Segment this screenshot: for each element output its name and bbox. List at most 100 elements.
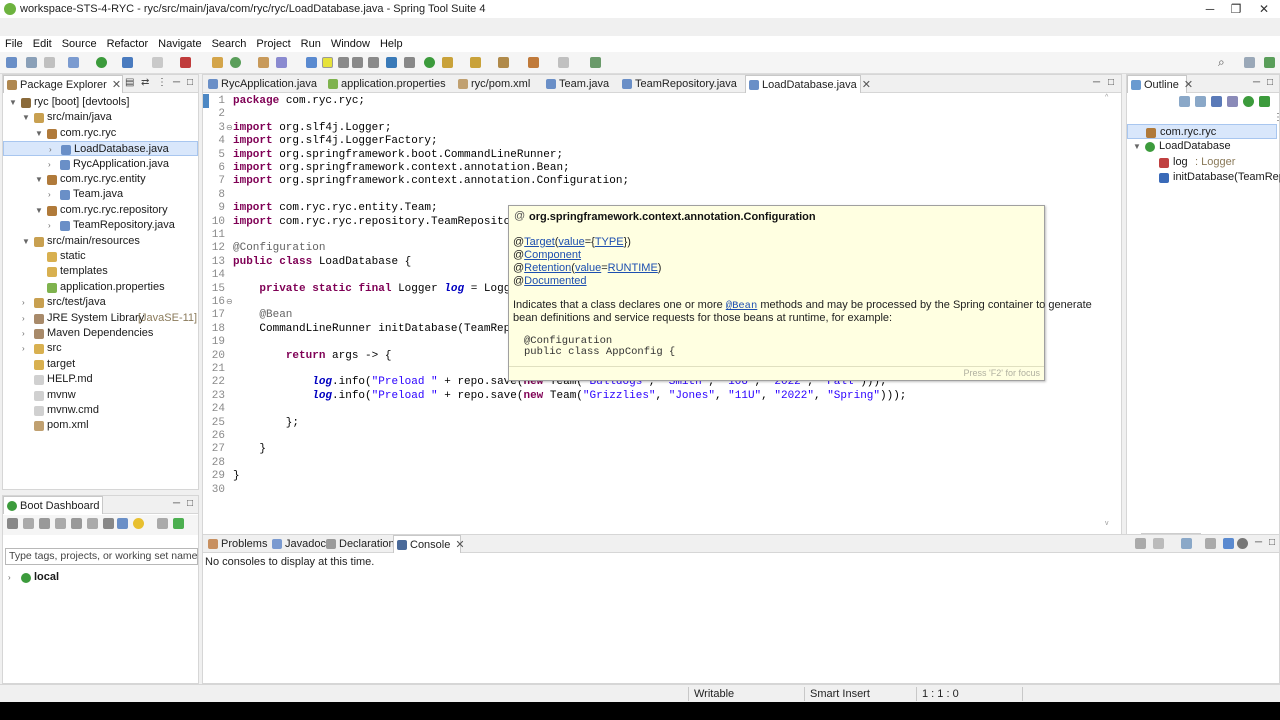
menu-help[interactable]: Help (375, 38, 408, 50)
tab-team-java[interactable]: Team.java (543, 75, 609, 93)
menu-refactor[interactable]: Refactor (102, 38, 154, 50)
tree-item[interactable]: pom.xml (3, 418, 198, 433)
link-component[interactable]: Component (524, 249, 581, 261)
tab-team-repository[interactable]: TeamRepository.java (619, 75, 737, 93)
outline-item[interactable]: ▼ LoadDatabase (1127, 139, 1277, 154)
javadoc-hover-popup[interactable]: @ org.springframework.context.annotation… (508, 205, 1092, 381)
tree-item[interactable]: › src/test/java (3, 295, 198, 310)
minimize-view-icon[interactable]: ─ (173, 77, 180, 88)
tree-item[interactable]: ▼ src/main/java (3, 110, 198, 125)
next-annotation-icon[interactable] (442, 57, 453, 68)
hide-local-types-icon[interactable] (1259, 96, 1270, 107)
collapse-all-icon[interactable]: ▤ (125, 77, 134, 88)
hide-static-icon[interactable] (1227, 96, 1238, 107)
close-tab-icon[interactable]: ✕ (862, 79, 871, 91)
expand-arrow-icon[interactable]: ▼ (35, 126, 45, 141)
save-all-icon[interactable] (44, 57, 55, 68)
stop-icon[interactable] (55, 518, 66, 529)
outline-item[interactable]: log : Logger (1127, 155, 1277, 170)
minimize-view-icon[interactable]: ─ (173, 498, 180, 509)
mark-occurrences-icon[interactable] (322, 57, 333, 68)
properties-icon[interactable] (68, 57, 79, 68)
link-type[interactable]: TYPE (595, 236, 624, 248)
tree-item[interactable]: HELP.md (3, 372, 198, 387)
code-line[interactable]: 26 (203, 430, 1103, 443)
view-menu-icon[interactable]: ⋮ (1273, 112, 1280, 123)
new-icon[interactable] (6, 57, 17, 68)
expand-arrow-icon[interactable]: › (22, 311, 32, 326)
expand-arrow-icon[interactable]: › (48, 187, 58, 202)
link-bean[interactable]: @Bean (726, 300, 758, 312)
tree-item[interactable]: templates (3, 264, 198, 279)
forward-icon[interactable] (558, 57, 569, 68)
tree-item[interactable]: ▼ com.ryc.ryc.repository (3, 203, 198, 218)
maximize-view-icon[interactable]: □ (187, 77, 193, 88)
expand-arrow-icon[interactable]: › (48, 157, 58, 172)
expand-arrow-icon[interactable]: › (49, 142, 59, 157)
code-line[interactable]: 25 }; (203, 417, 1103, 430)
word-wrap-icon[interactable] (338, 57, 349, 68)
code-line[interactable]: 3 import org.slf4j.Logger; ⊖ (203, 122, 1103, 135)
tab-load-database[interactable]: LoadDatabase.java ✕ (745, 75, 871, 93)
quick-access-search-icon[interactable]: ⌕ (1218, 55, 1225, 70)
toggle-breadcrumb-icon[interactable] (306, 57, 317, 68)
expand-arrow-icon[interactable]: › (22, 295, 32, 310)
expand-arrow-icon[interactable]: ▼ (1133, 139, 1143, 154)
fold-toggle-icon[interactable]: ⊖ (226, 296, 233, 309)
code-line[interactable]: 24 (203, 403, 1103, 416)
tab-ryc-application[interactable]: RycApplication.java (205, 75, 317, 93)
expand-arrow-icon[interactable]: ▼ (35, 172, 45, 187)
close-button[interactable]: ✕ (1250, 0, 1278, 18)
close-tab-icon[interactable]: ✕ (112, 79, 121, 91)
close-tab-icon[interactable]: ✕ (1184, 79, 1193, 91)
code-line[interactable]: 23 log.info("Preload " + repo.save(new T… (203, 390, 1103, 403)
tree-item[interactable]: application.properties (3, 280, 198, 295)
link-runtime[interactable]: RUNTIME (608, 262, 658, 274)
minimize-view-icon[interactable]: ─ (1093, 77, 1100, 88)
open-browser-icon[interactable] (71, 518, 82, 529)
tree-item[interactable]: ▼ ryc [boot] [devtools] (3, 95, 198, 110)
code-line[interactable]: 8 (203, 189, 1103, 202)
code-line[interactable]: 29} (203, 470, 1103, 483)
tree-item[interactable]: target (3, 357, 198, 372)
link-retention[interactable]: Retention (524, 262, 571, 274)
expand-arrow-icon[interactable]: ▼ (22, 110, 32, 125)
tree-item[interactable]: ▼ com.ryc.ryc.entity (3, 172, 198, 187)
tree-item[interactable]: › Maven Dependencies (3, 326, 198, 341)
tab-problems[interactable]: Problems (205, 535, 267, 553)
outline-item[interactable]: initDatabase(TeamRepo (1127, 170, 1280, 185)
terminal-icon[interactable] (404, 57, 415, 68)
maximize-view-icon[interactable]: □ (1269, 537, 1275, 548)
edit-icon[interactable] (103, 518, 114, 529)
debug-icon[interactable] (122, 57, 133, 68)
previous-annotation-icon[interactable] (470, 57, 481, 68)
collapse-all-icon[interactable] (1179, 96, 1190, 107)
tab-boot-dashboard[interactable]: Boot Dashboard (3, 496, 103, 514)
open-console-icon[interactable] (87, 518, 98, 529)
scroll-lock-icon[interactable] (1223, 538, 1234, 549)
tree-item[interactable]: static (3, 249, 198, 264)
tree-item[interactable]: › src (3, 341, 198, 356)
tree-item[interactable]: › TeamRepository.java (3, 218, 198, 233)
tab-pom-xml[interactable]: ryc/pom.xml (455, 75, 530, 93)
show-whitespace-icon[interactable] (368, 57, 379, 68)
expand-arrow-icon[interactable]: ▼ (9, 95, 19, 110)
debug-icon[interactable] (39, 518, 50, 529)
menu-search[interactable]: Search (207, 38, 252, 50)
save-icon[interactable] (26, 57, 37, 68)
tab-outline[interactable]: Outline ✕ (1127, 75, 1193, 93)
add-icon[interactable] (173, 518, 184, 529)
last-edit-location-icon[interactable] (498, 57, 509, 68)
tree-item[interactable]: › JRE System Library [JavaSE-11] (3, 311, 198, 326)
open-console-icon[interactable] (1181, 538, 1192, 549)
console-icon[interactable] (386, 57, 397, 68)
block-selection-icon[interactable] (352, 57, 363, 68)
open-type-icon[interactable] (258, 57, 269, 68)
expand-arrow-icon[interactable]: ▼ (22, 234, 32, 249)
hide-nonpublic-icon[interactable] (1243, 96, 1254, 107)
clear-console-icon[interactable] (1205, 538, 1216, 549)
start-icon[interactable] (23, 518, 34, 529)
external-tools-icon[interactable] (180, 57, 191, 68)
expand-arrow-icon[interactable]: › (48, 218, 58, 233)
tree-item[interactable]: mvnw (3, 388, 198, 403)
